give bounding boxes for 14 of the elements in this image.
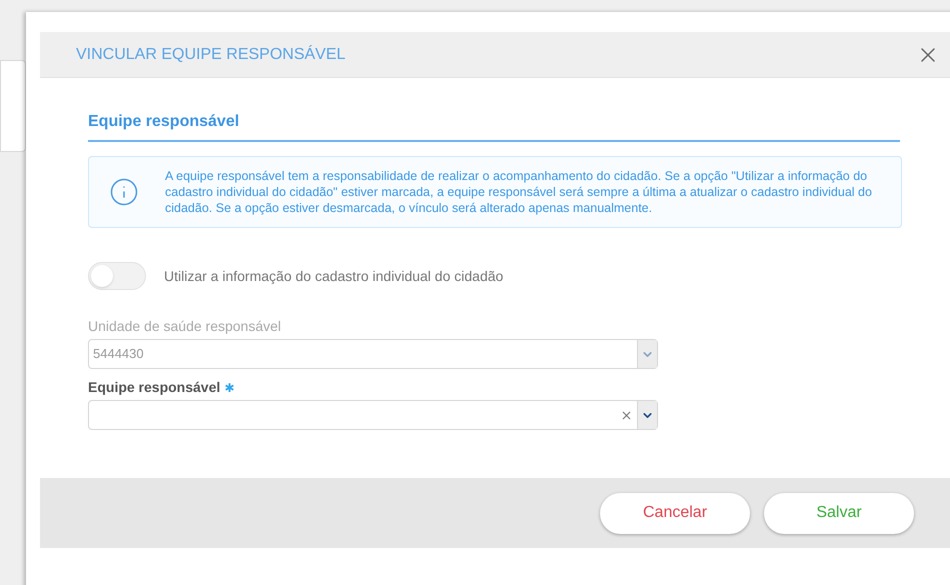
- save-button[interactable]: Salvar: [764, 492, 914, 534]
- toggle-label: Utilizar a informação do cadastro individual do cidadão: [164, 266, 504, 286]
- info-icon: [109, 177, 139, 207]
- toggle-switch[interactable]: [88, 262, 146, 290]
- required-mark: ✱: [224, 380, 234, 396]
- section-title: Equipe responsável: [88, 113, 240, 130]
- field-label: Equipe responsável: [88, 378, 220, 397]
- cancel-button[interactable]: Cancelar: [600, 492, 750, 534]
- clear-icon[interactable]: [620, 408, 633, 422]
- field-label: Unidade de saúde responsável: [88, 317, 282, 336]
- info-text: A equipe responsável tem a responsabilidade de realizar o acompanhamento do cidadão. Se a opção "Utilizar a informação do cadastro individual do cidadão" estiver marcada, a equipe responsável será sempre a última a atualizar o cadastro individual do cidadão. Se a opção estiver desmarcada, o vínculo será alterado apenas manualmente.: [165, 168, 873, 216]
- dropdown-button[interactable]: [637, 401, 657, 429]
- select-field[interactable]: [88, 400, 658, 430]
- dialog-title: VINCULAR EQUIPE RESPONSÁVEL: [76, 44, 346, 64]
